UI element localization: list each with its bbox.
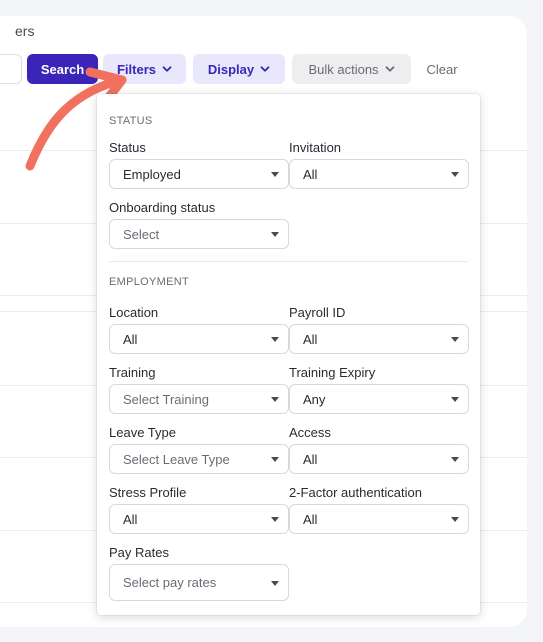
training-label: Training xyxy=(109,365,156,380)
stress-profile-label: Stress Profile xyxy=(109,485,187,500)
caret-down-icon xyxy=(451,172,459,177)
bulk-actions-button[interactable]: Bulk actions xyxy=(292,54,411,84)
caret-down-icon xyxy=(271,457,279,462)
leave-type-select[interactable]: Select Leave Type xyxy=(109,444,289,474)
caret-down-icon xyxy=(271,580,279,586)
two-factor-label: 2-Factor authentication xyxy=(289,485,422,500)
chevron-down-icon xyxy=(385,66,394,72)
chevron-down-icon xyxy=(260,66,270,72)
bulk-actions-label: Bulk actions xyxy=(308,61,379,77)
caret-down-icon xyxy=(271,517,279,522)
onboarding-label: Onboarding status xyxy=(109,200,216,215)
training-expiry-label: Training Expiry xyxy=(289,365,376,380)
status-label: Status xyxy=(109,140,146,155)
status-select[interactable]: Employed xyxy=(109,159,289,189)
pay-rates-select[interactable]: Select pay rates xyxy=(109,564,289,601)
training-expiry-value: Any xyxy=(303,391,326,407)
stress-profile-select[interactable]: All xyxy=(109,504,289,534)
invitation-value: All xyxy=(303,166,318,182)
access-select[interactable]: All xyxy=(289,444,469,474)
stress-profile-value: All xyxy=(123,511,138,527)
invitation-select[interactable]: All xyxy=(289,159,469,189)
clear-button[interactable]: Clear xyxy=(418,54,466,84)
employment-section-heading: EMPLOYMENT xyxy=(109,276,190,288)
display-button-label: Display xyxy=(207,61,255,77)
filters-panel: STATUS Status Employed Invitation All On… xyxy=(97,94,480,615)
two-factor-value: All xyxy=(303,511,318,527)
location-value: All xyxy=(123,331,138,347)
training-select[interactable]: Select Training xyxy=(109,384,289,414)
display-button[interactable]: Display xyxy=(193,54,285,84)
training-expiry-select[interactable]: Any xyxy=(289,384,469,414)
caret-down-icon xyxy=(451,457,459,462)
pay-rates-value: Select pay rates xyxy=(123,575,217,590)
page-title: ers xyxy=(15,23,35,39)
location-select[interactable]: All xyxy=(109,324,289,354)
payroll-select[interactable]: All xyxy=(289,324,469,354)
status-value: Employed xyxy=(123,166,181,182)
access-label: Access xyxy=(289,425,331,440)
invitation-label: Invitation xyxy=(289,140,342,155)
payroll-value: All xyxy=(303,331,318,347)
caret-down-icon xyxy=(271,232,279,237)
chevron-down-icon xyxy=(162,66,172,72)
pay-rates-label: Pay Rates xyxy=(109,545,169,560)
caret-down-icon xyxy=(451,337,459,342)
caret-down-icon xyxy=(271,172,279,177)
onboarding-select[interactable]: Select xyxy=(109,219,289,249)
location-label: Location xyxy=(109,305,159,320)
status-section-heading: STATUS xyxy=(109,115,153,127)
leave-type-label: Leave Type xyxy=(109,425,176,440)
caret-down-icon xyxy=(451,397,459,402)
caret-down-icon xyxy=(271,397,279,402)
caret-down-icon xyxy=(271,337,279,342)
two-factor-select[interactable]: All xyxy=(289,504,469,534)
leave-type-value: Select Leave Type xyxy=(123,451,230,467)
section-divider xyxy=(109,261,468,262)
caret-down-icon xyxy=(451,517,459,522)
clear-button-label: Clear xyxy=(426,61,458,77)
payroll-label: Payroll ID xyxy=(289,305,346,320)
onboarding-value: Select xyxy=(123,226,160,242)
access-value: All xyxy=(303,451,318,467)
training-value: Select Training xyxy=(123,391,209,407)
